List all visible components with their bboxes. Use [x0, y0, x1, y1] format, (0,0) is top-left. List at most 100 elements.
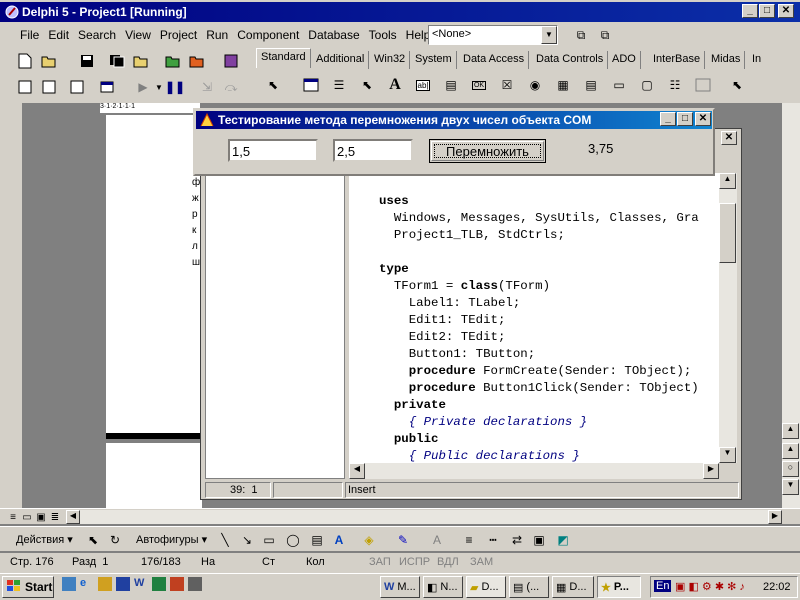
- wordart-icon[interactable]: A: [328, 529, 350, 551]
- tab-system[interactable]: System: [411, 51, 457, 69]
- taskbar-button-3[interactable]: ▰ D...: [466, 576, 506, 598]
- maximize-button[interactable]: □: [759, 4, 775, 18]
- font-color-icon[interactable]: A: [426, 529, 448, 551]
- tab-additional[interactable]: Additional: [312, 51, 370, 69]
- arrow-icon[interactable]: ↘: [236, 529, 258, 551]
- multiply-button[interactable]: Перемножить: [429, 139, 546, 163]
- shadow-icon[interactable]: ▣: [528, 529, 550, 551]
- autoshapes-menu[interactable]: Автофигуры ▾: [136, 533, 207, 546]
- ide-title-bar[interactable]: Delphi 5 - Project1 [Running] _ □ ✕: [0, 2, 800, 22]
- ext-indicator[interactable]: ВДЛ: [437, 556, 459, 568]
- outlook-icon[interactable]: [98, 577, 112, 591]
- minimize-button[interactable]: _: [742, 4, 758, 18]
- radiogroup-icon[interactable]: ☷: [664, 74, 686, 96]
- chevron-down-icon[interactable]: ▼: [541, 26, 557, 44]
- menu-run[interactable]: Run: [206, 28, 228, 46]
- editor-close-button[interactable]: ✕: [721, 131, 737, 145]
- menu-database[interactable]: Database: [308, 28, 359, 46]
- close-button[interactable]: ✕: [778, 4, 794, 18]
- pause-icon[interactable]: ❚❚: [164, 76, 186, 98]
- listbox-icon[interactable]: ▦: [552, 74, 574, 96]
- radiobutton-icon[interactable]: ◉: [524, 74, 546, 96]
- line-style-icon[interactable]: ≡: [458, 529, 480, 551]
- combobox-icon[interactable]: ▤: [580, 74, 602, 96]
- tab-data-access[interactable]: Data Access: [459, 51, 530, 69]
- menu-help[interactable]: Help: [406, 28, 431, 46]
- scroll-up-button[interactable]: ▲: [719, 173, 736, 189]
- edit-icon[interactable]: ab|: [412, 74, 434, 96]
- oval-icon[interactable]: ◯: [282, 529, 304, 551]
- open-icon[interactable]: [38, 50, 60, 72]
- button-icon[interactable]: OK: [468, 74, 490, 96]
- scroll-left-button[interactable]: ◀: [66, 510, 80, 524]
- word-vertical-scrollbar[interactable]: ▲ ▲ ○ ▼: [782, 103, 800, 508]
- line-icon[interactable]: ╲: [214, 529, 236, 551]
- edit1-input[interactable]: 1,5: [228, 139, 318, 162]
- excel-icon[interactable]: [152, 577, 166, 591]
- save-all-icon[interactable]: [106, 50, 128, 72]
- help-icon[interactable]: [220, 50, 242, 72]
- tab-more[interactable]: In: [748, 51, 765, 69]
- code-text[interactable]: uses Windows, Messages, SysUtils, Classe…: [379, 193, 699, 463]
- trace-into-icon[interactable]: ⇲: [196, 76, 218, 98]
- scroll-down-button[interactable]: ▼: [719, 447, 736, 463]
- open-project-icon[interactable]: [130, 50, 152, 72]
- tab-ado[interactable]: ADO: [608, 51, 641, 69]
- step-over-icon[interactable]: ⤼: [220, 76, 242, 98]
- toggle-form-unit-icon[interactable]: [66, 76, 88, 98]
- frames-icon[interactable]: [300, 74, 322, 96]
- tab-data-controls[interactable]: Data Controls: [532, 51, 609, 69]
- next-page-button[interactable]: ▼: [782, 479, 799, 495]
- textbox-icon[interactable]: ▤: [306, 529, 328, 551]
- remove-file-icon[interactable]: [186, 50, 208, 72]
- internet-explorer-icon[interactable]: e: [80, 577, 94, 591]
- editor-horizontal-scrollbar[interactable]: ◀ ▶: [349, 463, 719, 479]
- close-button[interactable]: ✕: [695, 112, 711, 126]
- checkbox-icon[interactable]: ☒: [496, 74, 518, 96]
- scroll-thumb[interactable]: [719, 203, 736, 263]
- powerpoint-icon[interactable]: [170, 577, 184, 591]
- select-objects-icon[interactable]: ⬉: [82, 529, 104, 551]
- word-icon[interactable]: W: [134, 577, 148, 591]
- taskbar-button-2[interactable]: ◧ N...: [423, 576, 463, 598]
- media-icon[interactable]: [116, 577, 130, 591]
- menu-search[interactable]: Search: [78, 28, 116, 46]
- select-browse-button[interactable]: ○: [782, 461, 799, 477]
- new-form-icon[interactable]: [96, 76, 118, 98]
- groupbox-icon[interactable]: ▢: [636, 74, 658, 96]
- save-icon[interactable]: [76, 50, 98, 72]
- new-icon[interactable]: [14, 50, 36, 72]
- scrollbar-icon[interactable]: ▭: [608, 74, 630, 96]
- arrow-style-icon[interactable]: ⇄: [506, 529, 528, 551]
- tab-win32[interactable]: Win32: [370, 51, 411, 69]
- view-form-icon[interactable]: [38, 76, 60, 98]
- pointer-icon[interactable]: ⬉: [262, 74, 284, 96]
- panel-icon[interactable]: [692, 74, 714, 96]
- show-desktop-icon[interactable]: [62, 577, 76, 591]
- rectangle-icon[interactable]: ▭: [258, 529, 280, 551]
- view-unit-icon[interactable]: [14, 76, 36, 98]
- dash-style-icon[interactable]: ┅: [482, 529, 504, 551]
- main-menu-icon[interactable]: ☰: [328, 74, 350, 96]
- line-color-icon[interactable]: ✎: [392, 529, 414, 551]
- taskbar-button-5[interactable]: ▦ D...: [552, 576, 594, 598]
- prev-page-button[interactable]: ▲: [782, 443, 799, 459]
- dialog-title-bar[interactable]: Тестирование метода перемножения двух чи…: [196, 111, 712, 129]
- menu-file[interactable]: File: [20, 28, 39, 46]
- label-icon[interactable]: A: [384, 74, 406, 96]
- tab-standard[interactable]: Standard: [256, 48, 311, 68]
- menu-view[interactable]: View: [125, 28, 151, 46]
- free-rotate-icon[interactable]: ↻: [104, 529, 126, 551]
- 3d-icon[interactable]: ◩: [552, 529, 574, 551]
- outline-view-icon[interactable]: ≣: [44, 506, 66, 528]
- desktop-layout-combo[interactable]: <None> ▼: [428, 25, 558, 45]
- taskbar-button-word[interactable]: W M...: [380, 576, 420, 598]
- maximize-button[interactable]: □: [677, 112, 693, 126]
- memo-icon[interactable]: ▤: [440, 74, 462, 96]
- scroll-right-button[interactable]: ▶: [703, 463, 719, 479]
- taskbar-button-4[interactable]: ▤ (...: [509, 576, 549, 598]
- add-file-icon[interactable]: [162, 50, 184, 72]
- start-button[interactable]: Start: [2, 576, 54, 598]
- scroll-left-button[interactable]: ◀: [349, 463, 365, 479]
- tab-midas[interactable]: Midas: [707, 51, 746, 69]
